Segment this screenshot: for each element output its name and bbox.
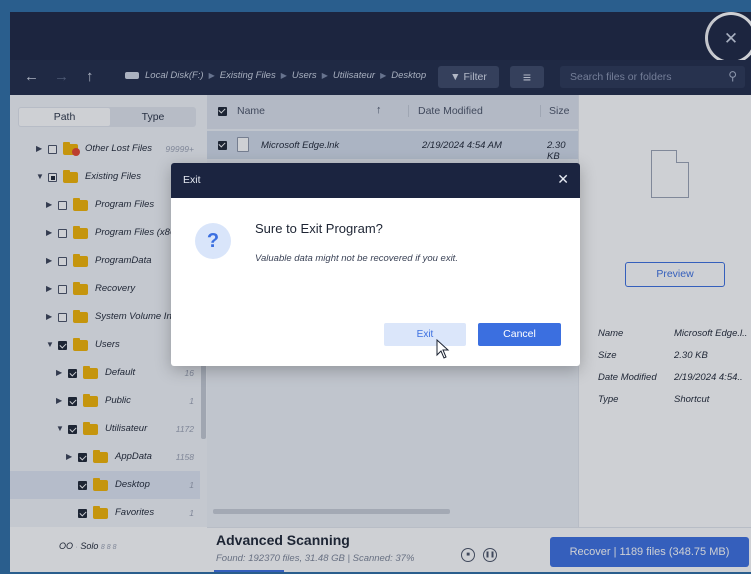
dialog-title-bar: Exit ✕ [171,163,580,198]
dialog-heading: Sure to Exit Program? [255,221,383,236]
mouse-cursor-icon [436,339,450,359]
exit-button[interactable]: Exit [384,323,466,346]
question-icon: ? [195,223,231,259]
dialog-message: Valuable data might not be recovered if … [255,253,458,264]
dialog-close-icon[interactable]: ✕ [557,171,569,188]
exit-dialog: Exit ✕ ? Sure to Exit Program? Valuable … [171,163,580,366]
cancel-button[interactable]: Cancel [478,323,561,346]
dialog-title: Exit [183,174,201,186]
